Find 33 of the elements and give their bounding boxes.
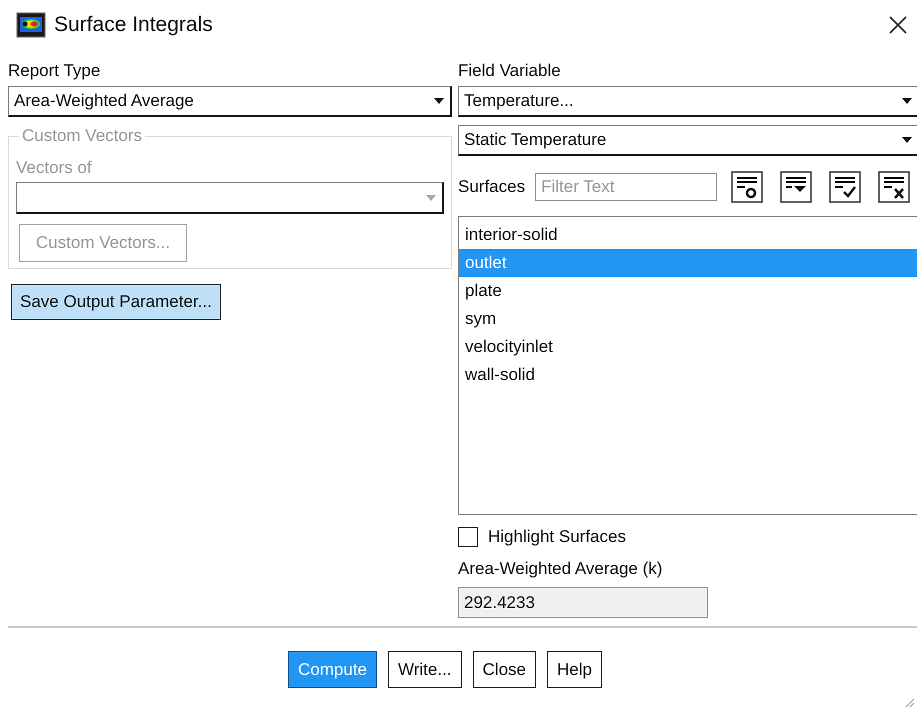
field-variable-dropdown[interactable]: Static Temperature — [458, 125, 917, 156]
caret-icon — [902, 98, 912, 104]
surface-item[interactable]: interior-solid — [459, 221, 917, 249]
field-variable-label: Field Variable — [458, 61, 562, 81]
surfaces-label: Surfaces — [458, 177, 526, 197]
highlight-checkbox[interactable] — [458, 527, 478, 547]
caret-icon — [434, 98, 444, 104]
window-title: Surface Integrals — [54, 13, 213, 37]
dialog-button[interactable]: Write... — [388, 651, 462, 688]
save-output-parameter-button[interactable]: Save Output Parameter... — [11, 284, 221, 320]
surface-item[interactable]: sym — [459, 305, 917, 333]
surface-item[interactable]: plate — [459, 277, 917, 305]
highlight-surfaces-label: Highlight Surfaces — [488, 527, 626, 547]
surface-item[interactable]: velocityinlet — [459, 333, 917, 361]
resize-grip-icon[interactable] — [903, 696, 915, 708]
report-type-dropdown[interactable]: Area-Weighted Average — [8, 86, 452, 117]
report-type-label: Report Type — [8, 61, 102, 81]
list-dropdown-icon[interactable] — [780, 171, 812, 203]
filter-list-icon[interactable] — [731, 171, 764, 203]
filter-field[interactable]: Filter Text — [535, 173, 718, 201]
vectors-of-label: Vectors of — [16, 158, 93, 178]
list-check-icon[interactable] — [829, 171, 862, 203]
contour-plot-icon — [16, 12, 46, 38]
caret-icon — [902, 137, 912, 143]
result-field: 292.4233 — [458, 587, 708, 618]
caret-icon — [426, 194, 436, 200]
result-label: Area-Weighted Average (k) — [458, 559, 664, 579]
field-category-dropdown[interactable]: Temperature... — [458, 86, 917, 117]
close-icon[interactable] — [888, 15, 908, 35]
list-cross-icon[interactable] — [878, 171, 910, 203]
dialog-button[interactable]: Close — [472, 651, 536, 688]
dialog-button[interactable]: Help — [547, 651, 602, 688]
surface-item[interactable]: wall-solid — [459, 361, 917, 389]
